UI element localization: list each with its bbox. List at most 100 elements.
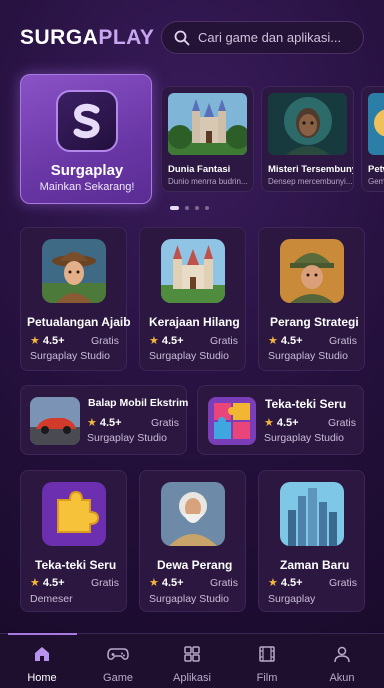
featured-art-partial	[368, 93, 384, 155]
game-card[interactable]: Perang Strategi ★ 4.5+ Gratis Surgaplay S…	[258, 227, 365, 371]
star-icon: ★	[149, 335, 159, 347]
game-rating: ★ 4.5+	[30, 576, 65, 590]
game-icon-war-god	[161, 482, 225, 546]
surgaplay-logo-icon	[56, 90, 118, 152]
star-icon: ★	[264, 417, 274, 429]
app-header: SURGAPLAY	[0, 0, 384, 74]
featured-title: Petw	[368, 164, 384, 175]
star-icon: ★	[268, 335, 278, 347]
game-price: Gratis	[151, 417, 180, 429]
featured-card[interactable]: Misteri Tersembunyi Densep mercembunyi..…	[261, 86, 354, 192]
app-logo[interactable]: SURGAPLAY	[20, 26, 154, 50]
game-rating: ★ 4.5+	[149, 576, 184, 590]
featured-subtitle: Densep mercembunyi...	[268, 177, 353, 186]
featured-title: Dunia Fantasi	[168, 164, 231, 175]
game-icon-puzzle	[208, 397, 256, 445]
carousel-indicator	[170, 206, 209, 210]
nav-label: Akun	[329, 672, 355, 684]
logo-text-play: PLAY	[98, 26, 155, 49]
carousel-dot[interactable]	[205, 206, 209, 210]
nav-item-akun[interactable]: Akun	[312, 644, 372, 684]
game-rating: ★ 4.5+	[149, 334, 184, 348]
game-rating: ★ 4.5+	[264, 416, 299, 430]
game-card[interactable]: Dewa Perang ★ 4.5+ Gratis Surgaplay Studi…	[139, 470, 246, 612]
game-icon-racing	[30, 397, 80, 445]
hero-subtitle[interactable]: Mainkan Sekarang!	[21, 181, 153, 193]
featured-art-castle	[168, 93, 247, 155]
game-price: Gratis	[328, 417, 357, 429]
rating-value: 4.5+	[276, 416, 299, 429]
game-price: Gratis	[91, 335, 120, 347]
game-developer: Demeser	[30, 593, 73, 605]
game-icon-kingdom	[161, 239, 225, 303]
game-icon-future-city	[280, 482, 344, 546]
nav-item-game[interactable]: Game	[88, 644, 148, 684]
game-card[interactable]: Teka-teki Seru ★ 4.5+ Gratis Demeser	[20, 470, 127, 612]
game-developer: Surgaplay Studio	[264, 432, 344, 444]
game-icon-adventure	[42, 239, 106, 303]
game-icon-puzzle-gold	[42, 482, 106, 546]
rating-value: 4.5+	[280, 334, 303, 347]
rating-value: 4.5+	[161, 334, 184, 347]
nav-item-home[interactable]: Home	[12, 644, 72, 684]
nav-label: Film	[256, 672, 278, 684]
game-title: Teka-teki Seru	[265, 397, 347, 411]
film-icon	[259, 646, 275, 662]
featured-subtitle: Geme	[368, 177, 384, 186]
user-icon	[334, 646, 350, 663]
home-icon	[35, 647, 49, 661]
game-developer: Surgaplay Studio	[268, 350, 348, 362]
featured-card[interactable]: Petw Geme	[361, 86, 384, 192]
game-developer: Surgaplay Studio	[149, 593, 229, 605]
game-title: Perang Strategi	[270, 315, 359, 329]
carousel-dot[interactable]	[185, 206, 189, 210]
carousel-dot[interactable]	[195, 206, 199, 210]
hero-card-surgaplay[interactable]: Surgaplay Mainkan Sekarang!	[20, 74, 152, 204]
game-price: Gratis	[329, 335, 358, 347]
nav-item-aplikasi[interactable]: Aplikasi	[162, 644, 222, 684]
nav-item-film[interactable]: Film	[237, 644, 297, 684]
search-bar[interactable]	[161, 21, 364, 54]
carousel-dot-active[interactable]	[170, 206, 179, 210]
game-developer: Surgaplay Studio	[30, 350, 110, 362]
game-title: Balap Mobil Ekstrim	[88, 397, 189, 409]
game-card-wide[interactable]: Teka-teki Seru ★ 4.5+ Gratis Surgaplay St…	[197, 385, 364, 455]
game-card[interactable]: Kerajaan Hilang ★ 4.5+ Gratis Surgaplay S…	[139, 227, 246, 371]
search-input[interactable]	[198, 30, 358, 45]
game-title: Zaman Baru	[280, 558, 350, 572]
game-card-wide[interactable]: Balap Mobil Ekstrim ★ 4.5+ Gratis Surgapl…	[20, 385, 189, 455]
game-card[interactable]: Petualangan Ajaib ★ 4.5+ Gratis Surgaplay…	[20, 227, 131, 371]
star-icon: ★	[30, 335, 40, 347]
star-icon: ★	[149, 577, 159, 589]
bottom-navigation: Home Game Aplikasi Film Akun	[0, 633, 384, 688]
star-icon: ★	[87, 417, 97, 429]
nav-label: Aplikasi	[173, 672, 211, 684]
game-price: Gratis	[91, 577, 120, 589]
featured-card[interactable]: Dunia Fantasi Dunio menrra budrin...	[161, 86, 254, 192]
game-title: Kerajaan Hilang	[149, 315, 240, 329]
game-developer: Surgaplay Studio	[149, 350, 229, 362]
nav-active-indicator	[8, 633, 77, 635]
hero-title: Surgaplay	[50, 162, 124, 179]
featured-art-mystery	[268, 93, 347, 155]
game-title: Petualangan Ajaib	[27, 315, 131, 329]
rating-value: 4.5+	[280, 576, 303, 589]
gamepad-icon	[107, 648, 129, 660]
game-rating: ★ 4.5+	[87, 416, 122, 430]
logo-text-surga: SURGA	[20, 26, 99, 49]
game-price: Gratis	[329, 577, 358, 589]
search-icon	[174, 30, 190, 45]
featured-title: Misteri Tersembunyi	[268, 164, 354, 175]
nav-label: Game	[103, 672, 133, 684]
game-developer: Surgaplay	[268, 593, 316, 605]
game-developer: Surgaplay Studio	[87, 432, 167, 444]
nav-label: Home	[27, 672, 57, 684]
featured-subtitle: Dunio menrra budrin...	[168, 177, 248, 186]
game-card[interactable]: Zaman Baru ★ 4.5+ Gratis Surgaplay	[258, 470, 365, 612]
rating-value: 4.5+	[42, 334, 65, 347]
game-rating: ★ 4.5+	[268, 576, 303, 590]
rating-value: 4.5+	[42, 576, 65, 589]
game-title: Dewa Perang	[157, 558, 233, 572]
game-icon-soldier	[280, 239, 344, 303]
star-icon: ★	[268, 577, 278, 589]
